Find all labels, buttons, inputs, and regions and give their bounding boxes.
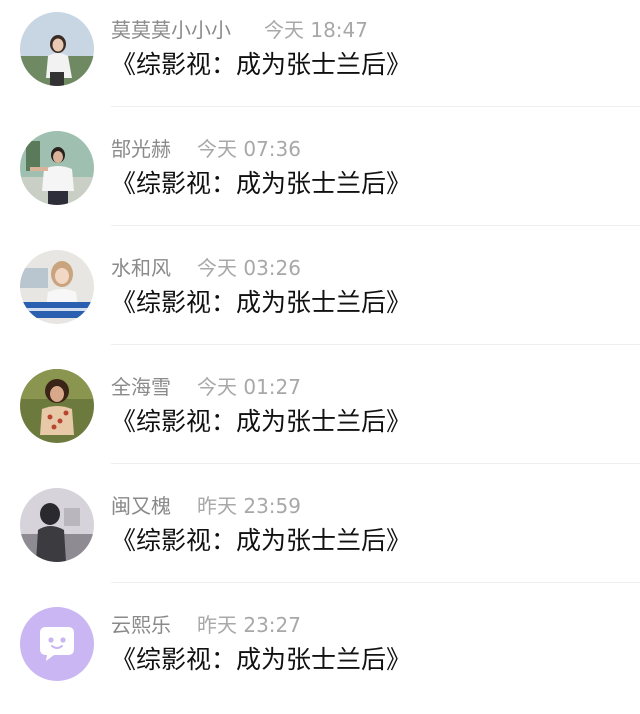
comment-item[interactable]: 莫莫莫小小小 今天 18:47 《综影视：成为张士兰后》: [0, 0, 640, 119]
comment-item[interactable]: 云熙乐 昨天 23:27 《综影视：成为张士兰后》: [0, 595, 640, 714]
divider: [111, 106, 640, 107]
comment-text: 《综影视：成为张士兰后》: [111, 407, 412, 436]
comment-time: 今天 03:26: [197, 256, 301, 280]
photo-boy-park-avatar: [20, 131, 94, 205]
user-avatar[interactable]: [20, 131, 94, 205]
user-name[interactable]: 云熙乐: [111, 611, 171, 639]
comment-text: 《综影视：成为张士兰后》: [111, 288, 412, 317]
photo-girl-banner-avatar: [20, 250, 94, 324]
photo-girl-floral-avatar: [20, 369, 94, 443]
user-name[interactable]: 闽又槐: [111, 492, 171, 520]
comment-text: 《综影视：成为张士兰后》: [111, 526, 412, 555]
comment-item[interactable]: 闽又槐 昨天 23:59 《综影视：成为张士兰后》: [0, 476, 640, 595]
comment-time: 昨天 23:27: [197, 613, 301, 637]
comment-time: 今天 18:47: [264, 18, 368, 42]
user-avatar[interactable]: [20, 607, 94, 681]
comment-item[interactable]: 全海雪 今天 01:27 《综影视：成为张士兰后》: [0, 357, 640, 476]
divider: [111, 225, 640, 226]
divider: [111, 582, 640, 583]
user-name[interactable]: 水和风: [111, 254, 171, 282]
divider: [111, 344, 640, 345]
user-name[interactable]: 莫莫莫小小小: [111, 16, 231, 44]
comment-item[interactable]: 水和风 今天 03:26 《综影视：成为张士兰后》: [0, 238, 640, 357]
photo-girl-bw-avatar: [20, 488, 94, 562]
user-name[interactable]: 全海雪: [111, 373, 171, 401]
divider: [111, 463, 640, 464]
comment-time: 今天 01:27: [197, 375, 301, 399]
comment-list: 莫莫莫小小小 今天 18:47 《综影视：成为张士兰后》 郜光赫 今天 07:3…: [0, 0, 640, 692]
user-avatar[interactable]: [20, 12, 94, 86]
comment-time: 今天 07:36: [197, 137, 301, 161]
comment-time: 昨天 23:59: [197, 494, 301, 518]
comment-item[interactable]: 郜光赫 今天 07:36 《综影视：成为张士兰后》: [0, 119, 640, 238]
comment-text: 《综影视：成为张士兰后》: [111, 50, 412, 79]
user-avatar[interactable]: [20, 488, 94, 562]
comment-text: 《综影视：成为张士兰后》: [111, 645, 412, 674]
default-purple-chat-avatar: [20, 607, 94, 681]
user-avatar[interactable]: [20, 369, 94, 443]
photo-girl-outdoor-avatar: [20, 12, 94, 86]
user-name[interactable]: 郜光赫: [111, 135, 171, 163]
comment-text: 《综影视：成为张士兰后》: [111, 169, 412, 198]
user-avatar[interactable]: [20, 250, 94, 324]
